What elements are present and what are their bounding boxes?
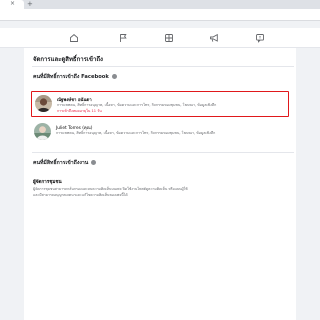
facebook-access-title: คนที่มีสิทธิ์การเข้าถึง Facebook <box>33 74 109 80</box>
browser-tab-strip: × + <box>0 0 320 9</box>
address-bar[interactable] <box>0 9 320 21</box>
task-access-title: คนที่มีสิทธิ์การเข้าถึงงาน <box>33 160 89 166</box>
task-access-heading: คนที่มีสิทธิ์การเข้าถึงงาน <box>33 159 97 167</box>
flag-icon[interactable] <box>118 33 128 43</box>
facebook-access-heading: คนที่มีสิทธิ์การเข้าถึง Facebook <box>33 73 117 81</box>
home-icon[interactable] <box>69 33 79 43</box>
new-tab-button[interactable]: + <box>27 0 33 8</box>
page-heading: จัดการและดูสิทธิ์การเข้าถึง <box>33 56 103 63</box>
avatar <box>35 95 52 112</box>
grid-icon[interactable] <box>164 33 174 43</box>
divider <box>32 152 294 153</box>
person-row-selected[interactable]: ณัฐพงษ์ชา อนันตา การแชทคน, สิทธิ์การอนุญ… <box>31 91 289 117</box>
facebook-top-nav <box>0 28 320 48</box>
role-description-line: และมีสามารถอนุญาตเจตนาและแก้ไขความคิดเห็… <box>33 193 128 197</box>
divider <box>32 66 294 67</box>
role-title: ผู้จัดการชุมชน <box>33 180 62 185</box>
info-icon[interactable] <box>111 74 117 79</box>
access-settings-panel: จัดการและดูสิทธิ์การเข้าถึง คนที่มีสิทธิ… <box>24 48 296 320</box>
browser-tab[interactable]: × <box>0 0 24 9</box>
info-icon[interactable] <box>91 160 97 165</box>
tab-close-icon[interactable]: × <box>10 0 15 8</box>
megaphone-icon[interactable] <box>209 33 219 43</box>
message-icon[interactable] <box>255 33 265 43</box>
person-row[interactable]: Juliet Torres (คุณ) การแชทคน, สิทธิ์การอ… <box>31 120 289 146</box>
person-permissions: การแชทคน, สิทธิ์การอนุญาต, เนื้อหา, ข้อค… <box>56 131 216 135</box>
avatar <box>34 123 51 140</box>
access-expiry-status: การเข้าถึงหมดอายุใน 11 วัน <box>57 109 102 113</box>
